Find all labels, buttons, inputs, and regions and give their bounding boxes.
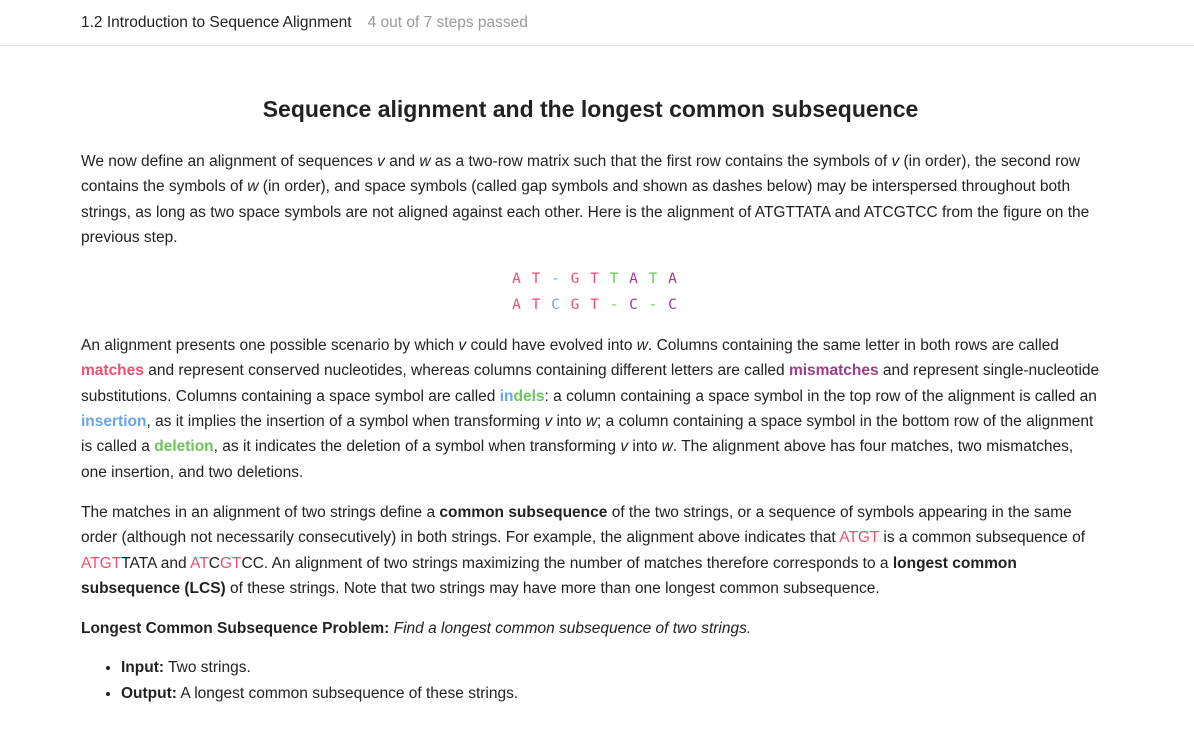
io-list: Input: Two strings. Output: A longest co… [81, 655, 1100, 706]
paragraph-common-subsequence: The matches in an alignment of two strin… [81, 503, 1086, 597]
paragraph-alignment-terms: An alignment presents one possible scena… [81, 337, 1100, 481]
problem-statement: Longest Common Subsequence Problem: Find… [81, 616, 1100, 641]
term-deletion: deletion [154, 438, 214, 456]
step-content: Sequence alignment and the longest commo… [0, 96, 1194, 706]
alignment-figure: AT-GTTATA ATCGT-C-C [81, 266, 1100, 318]
alignment-cell: A [512, 271, 521, 288]
alignment-cell: - [648, 297, 658, 314]
page-title: Sequence alignment and the longest commo… [262, 96, 919, 122]
problem-label: Longest Common Subsequence Problem: [81, 620, 390, 638]
alignment-cell: A [668, 271, 677, 288]
problem-text: Find a longest common subsequence of two… [393, 620, 752, 638]
alignment-cell: T [590, 271, 599, 288]
paragraph-alignment-definition: We now define an alignment of sequences … [81, 153, 1090, 246]
alignment-cell: G [570, 271, 580, 288]
alignment-cell: C [668, 297, 677, 314]
alignment-cell: C [629, 297, 638, 314]
alignment-cell: - [551, 271, 560, 288]
alignment-cell: G [570, 297, 580, 314]
alignment-cell: T [609, 271, 619, 288]
alignment-cell: A [512, 297, 521, 314]
term-indels-dels: dels [513, 387, 545, 405]
list-item-output: Output: A longest common subsequence of … [121, 681, 1100, 706]
lesson-title[interactable]: 1.2 Introduction to Sequence Alignment [81, 14, 352, 32]
alignment-cell: - [609, 297, 619, 314]
term-indels-in: in [499, 387, 514, 405]
alignment-cell: C [551, 297, 560, 314]
term-mismatches: mismatches [788, 362, 879, 380]
alignment-bottom-row: ATCGT-C-C [89, 292, 1100, 318]
alignment-cell: T [590, 297, 599, 314]
top-bar: 1.2 Introduction to Sequence Alignment 4… [0, 0, 1194, 46]
alignment-top-row: AT-GTTATA [89, 266, 1100, 292]
term-matches: matches [81, 362, 144, 380]
alignment-cell: T [531, 271, 541, 288]
progress-text: 4 out of 7 steps passed [367, 13, 528, 31]
term-insertion: insertion [81, 413, 147, 431]
list-item-input: Input: Two strings. [121, 655, 1100, 680]
alignment-cell: T [531, 297, 541, 314]
alignment-cell: A [629, 271, 638, 288]
highlight-atgt: ATGT [839, 529, 880, 547]
term-common-subsequence: common subsequence [439, 503, 608, 521]
alignment-cell: T [648, 271, 658, 288]
